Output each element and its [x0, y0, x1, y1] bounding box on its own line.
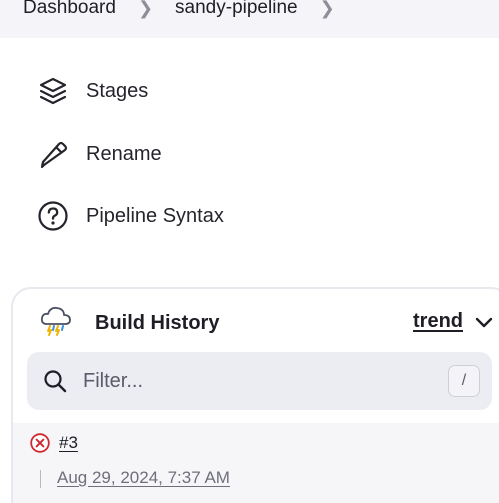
search-icon — [43, 369, 67, 393]
pencil-icon — [37, 138, 69, 170]
chevron-right-icon[interactable]: ❯ — [320, 0, 335, 19]
build-number-link[interactable]: #3 — [59, 433, 78, 453]
build-row[interactable]: #3 Aug 29, 2024, 7:37 AM — [13, 423, 499, 503]
trend-link[interactable]: trend — [413, 310, 463, 333]
breadcrumb-sandy-pipeline[interactable]: sandy-pipeline — [175, 0, 298, 19]
menu-item-rename[interactable]: Rename — [37, 137, 162, 171]
menu-item-stages[interactable]: Stages — [37, 74, 148, 108]
keyboard-shortcut-hint: / — [448, 365, 480, 397]
filter-box: / — [27, 352, 492, 410]
breadcrumb: Dashboard ❯ sandy-pipeline ❯ — [0, 0, 499, 38]
help-circle-icon — [37, 200, 69, 232]
menu-item-label: Pipeline Syntax — [86, 204, 224, 227]
menu-item-pipeline-syntax[interactable]: Pipeline Syntax — [37, 199, 224, 233]
build-history-title: Build History — [95, 311, 220, 334]
filter-input[interactable] — [83, 369, 413, 393]
chevron-down-icon[interactable] — [473, 312, 495, 334]
menu-item-label: Rename — [86, 142, 162, 165]
breadcrumb-dashboard[interactable]: Dashboard — [23, 0, 116, 19]
page: Dashboard ❯ sandy-pipeline ❯ Stages Rena… — [0, 0, 499, 503]
failed-status-icon — [30, 433, 50, 453]
build-date-link[interactable]: Aug 29, 2024, 7:37 AM — [57, 468, 230, 488]
weather-storm-icon — [39, 304, 73, 343]
menu-item-label: Stages — [86, 79, 149, 102]
build-divider — [40, 470, 41, 488]
build-history-card: Build History trend / — [11, 287, 499, 503]
chevron-right-icon: ❯ — [137, 0, 154, 18]
stages-layers-icon — [37, 75, 69, 107]
